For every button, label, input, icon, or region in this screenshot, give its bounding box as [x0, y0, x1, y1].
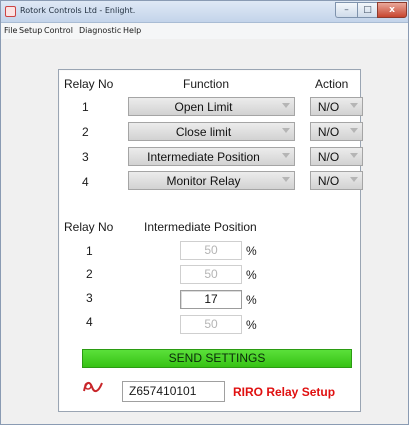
percent-unit: % [246, 244, 257, 258]
app-icon [5, 6, 16, 17]
relay-no-header: Relay No [64, 77, 114, 91]
dropdown-arrow-icon [282, 153, 290, 158]
serial-number-field: Z657410101 [122, 381, 225, 402]
relay-no-header: Relay No [64, 220, 114, 234]
intermediate-position-field-3[interactable]: 17 [180, 290, 242, 309]
function-dropdown-4[interactable]: Monitor Relay [128, 171, 295, 190]
app-window: Rotork Controls Ltd - Enlight. – □ x Fil… [0, 0, 409, 425]
window-title: Rotork Controls Ltd - Enlight. [20, 6, 136, 15]
send-settings-button[interactable]: SEND SETTINGS [82, 349, 352, 368]
function-value: Intermediate Position [147, 150, 260, 164]
dropdown-arrow-icon [282, 103, 290, 108]
function-header: Function [183, 77, 230, 91]
relay-number: 2 [82, 125, 89, 139]
dropdown-arrow-icon [350, 177, 358, 182]
relay-number: 2 [86, 267, 93, 281]
function-value: Open Limit [174, 100, 233, 114]
relay-number: 3 [86, 291, 93, 305]
riro-relay-setup-label: RIRO Relay Setup [233, 385, 336, 399]
function-dropdown-1[interactable]: Open Limit [128, 97, 295, 116]
percent-unit: % [246, 293, 257, 307]
dropdown-arrow-icon [350, 103, 358, 108]
relay-number: 1 [86, 244, 93, 258]
menu-control[interactable]: Control [44, 26, 73, 35]
relay-number: 3 [82, 150, 89, 164]
maximize-button[interactable]: □ [357, 2, 377, 18]
function-dropdown-2[interactable]: Close limit [128, 122, 295, 141]
intermediate-position-header: Intermediate Position [144, 220, 257, 234]
menu-diagnostic[interactable]: Diagnostic [79, 26, 121, 35]
intermediate-position-field-4[interactable]: 50 [180, 315, 242, 334]
relay-number: 4 [82, 175, 89, 189]
action-value: N/O [317, 100, 340, 114]
percent-unit: % [246, 268, 257, 282]
dropdown-arrow-icon [282, 177, 290, 182]
action-header: Action [315, 77, 349, 91]
title-bar[interactable]: Rotork Controls Ltd - Enlight. – □ x [1, 1, 408, 23]
intermediate-position-field-1[interactable]: 50 [180, 241, 242, 260]
function-value: Close limit [175, 125, 232, 139]
action-value: N/O [317, 125, 340, 139]
function-value: Monitor Relay [166, 174, 241, 188]
dropdown-arrow-icon [350, 128, 358, 133]
action-dropdown-4[interactable]: N/O [310, 171, 363, 190]
dropdown-arrow-icon [350, 153, 358, 158]
action-value: N/O [317, 174, 340, 188]
dropdown-arrow-icon [282, 128, 290, 133]
minimize-button[interactable]: – [335, 2, 357, 18]
action-dropdown-1[interactable]: N/O [310, 97, 363, 116]
menu-file[interactable]: File [4, 26, 17, 35]
action-dropdown-3[interactable]: N/O [310, 147, 363, 166]
close-button[interactable]: x [377, 2, 407, 18]
percent-unit: % [246, 318, 257, 332]
intermediate-position-field-2[interactable]: 50 [180, 265, 242, 284]
menu-help[interactable]: Help [123, 26, 141, 35]
relay-number: 4 [86, 315, 93, 329]
menu-bar: File Setup Control Diagnostic Help [1, 23, 408, 39]
action-value: N/O [317, 150, 340, 164]
function-dropdown-3[interactable]: Intermediate Position [128, 147, 295, 166]
menu-setup[interactable]: Setup [19, 26, 42, 35]
rotork-logo-icon [83, 381, 103, 393]
action-dropdown-2[interactable]: N/O [310, 122, 363, 141]
relay-number: 1 [82, 100, 89, 114]
